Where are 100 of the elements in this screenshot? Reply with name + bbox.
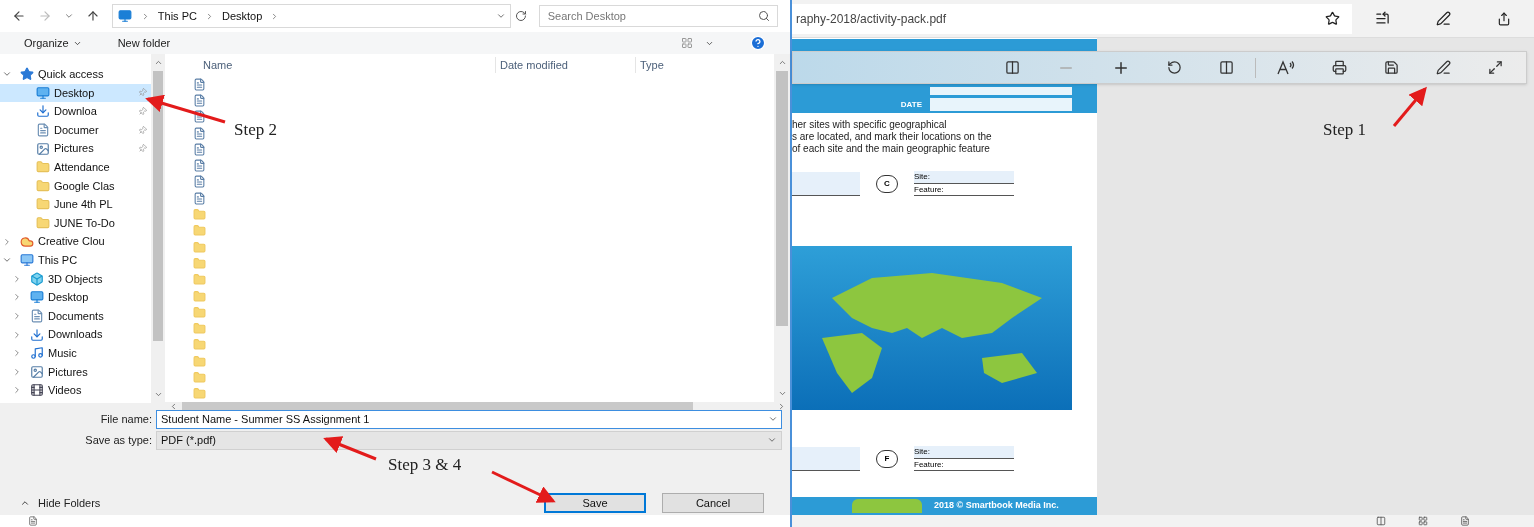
chevron-up-icon <box>20 498 30 508</box>
chevron-right-icon[interactable] <box>12 366 22 377</box>
scrollbar[interactable] <box>774 54 790 402</box>
nav-item[interactable]: JUNE To-Do <box>0 213 151 233</box>
refresh-icon[interactable] <box>514 10 527 22</box>
column-header[interactable]: Type <box>635 56 755 74</box>
nav-label: Downloa <box>54 104 97 120</box>
folder-icon <box>36 178 50 193</box>
file-name-field[interactable]: Student Name - Summer SS Assignment 1 <box>156 409 782 429</box>
up-icon[interactable] <box>85 9 100 23</box>
feature-label: Feature: <box>914 459 1014 471</box>
chevron-right-icon[interactable] <box>12 385 22 396</box>
step-annotation: Step 3 & 4 <box>388 454 462 476</box>
layout-icon[interactable] <box>1418 516 1428 526</box>
download-icon <box>30 327 44 342</box>
page-icon[interactable] <box>1460 516 1470 526</box>
nav-item[interactable]: Pictures <box>0 362 151 382</box>
dialog-button[interactable]: Save <box>544 493 646 513</box>
nav-item[interactable]: Desktop <box>0 288 151 307</box>
rotate-icon[interactable] <box>1167 60 1182 75</box>
scroll-up-icon[interactable] <box>153 58 163 67</box>
cube-icon <box>30 271 44 286</box>
nav-item[interactable]: Documents <box>0 306 151 326</box>
scroll-thumb[interactable] <box>153 71 163 341</box>
star-icon <box>20 67 34 82</box>
nav-item[interactable]: 3D Objects <box>0 269 151 289</box>
nav-item[interactable]: Pictures <box>0 139 151 158</box>
breadcrumb-item[interactable]: Desktop <box>221 7 263 25</box>
computer-icon <box>20 253 34 268</box>
chevron-right-icon[interactable] <box>12 292 22 303</box>
nav-item[interactable]: Quick access <box>0 65 151 84</box>
document-icon[interactable] <box>193 159 206 173</box>
nav-item[interactable]: Downloads <box>0 325 151 344</box>
document-icon[interactable] <box>193 191 206 205</box>
nav-label: Quick access <box>38 67 104 83</box>
scroll-thumb[interactable] <box>776 71 788 326</box>
read-aloud-icon[interactable] <box>1277 60 1295 75</box>
nav-item[interactable]: Videos <box>0 381 151 400</box>
save-as-icon[interactable] <box>1436 60 1451 75</box>
new-folder-button[interactable]: New folder <box>117 34 171 52</box>
nav-item[interactable]: Attendance <box>0 157 151 177</box>
layout-icon[interactable] <box>1219 60 1234 75</box>
hide-folders-button[interactable]: Hide Folders <box>8 494 101 512</box>
instruction-text: her sites with specific geographical <box>792 119 948 131</box>
favorite-star-icon[interactable] <box>1325 11 1340 26</box>
breadcrumb-item[interactable]: This PC <box>157 7 197 25</box>
nav-label: Pictures <box>48 364 88 380</box>
scroll-left-icon[interactable] <box>169 402 178 412</box>
document-icon[interactable] <box>193 142 206 156</box>
nav-item[interactable]: Documer <box>0 120 151 140</box>
status-icon <box>28 516 38 526</box>
document-icon[interactable] <box>193 175 206 189</box>
nav-label: Attendance <box>54 160 110 175</box>
address-bar[interactable]: raphy-2018/activity-pack.pdf <box>792 3 1352 34</box>
chevron-right-icon[interactable] <box>12 348 22 359</box>
nav-item[interactable]: Music <box>0 343 151 363</box>
recent-icon[interactable] <box>63 11 74 21</box>
nav-label: JUNE To-Do <box>54 215 115 231</box>
print-icon[interactable] <box>1332 60 1347 75</box>
nav-label: Downloads <box>48 327 103 343</box>
column-header[interactable]: Name <box>165 56 495 74</box>
nav-item[interactable]: This PC <box>0 250 151 270</box>
scroll-right-icon[interactable] <box>777 402 786 412</box>
chevron-right-icon[interactable] <box>2 236 12 247</box>
search-field[interactable]: Search Desktop <box>538 5 778 27</box>
back-icon[interactable] <box>12 9 26 23</box>
nav-item[interactable]: Downloa <box>0 102 151 121</box>
forward-icon[interactable] <box>37 9 52 23</box>
music-icon <box>30 346 44 361</box>
document-icon[interactable] <box>193 77 206 91</box>
favorites-icon[interactable] <box>1375 11 1390 26</box>
chevron-right-icon[interactable] <box>12 311 22 321</box>
chevron-right-icon[interactable] <box>12 329 22 340</box>
address-bar[interactable]: This PC Desktop <box>111 4 511 28</box>
dropdown-icon[interactable] <box>495 11 506 21</box>
site-label: Site: <box>914 171 1014 184</box>
scrollbar[interactable] <box>151 54 165 403</box>
document-icon[interactable] <box>193 93 206 107</box>
view-icon[interactable] <box>681 37 693 49</box>
nav-item[interactable]: June 4th PL <box>0 195 151 214</box>
document-icon[interactable] <box>193 110 206 124</box>
share-icon[interactable] <box>1497 11 1511 26</box>
nav-item[interactable]: Desktop <box>0 83 151 103</box>
scroll-down-icon[interactable] <box>153 390 163 399</box>
dialog-button[interactable]: Cancel <box>662 493 764 513</box>
scroll-up-icon[interactable] <box>777 58 787 67</box>
fullscreen-icon[interactable] <box>1488 60 1503 75</box>
nav-item[interactable]: Creative Clou <box>0 232 151 251</box>
organize-button[interactable]: Organize <box>24 34 82 52</box>
document-icon[interactable] <box>193 126 206 140</box>
help-icon[interactable] <box>750 35 766 51</box>
dropdown-icon <box>768 414 778 424</box>
nav-label: This PC <box>38 253 78 268</box>
fit-width-icon[interactable] <box>1005 60 1020 75</box>
chevron-right-icon[interactable] <box>12 273 22 284</box>
save-icon[interactable] <box>1384 60 1399 75</box>
nav-item[interactable]: Google Clas <box>0 176 151 196</box>
pen-icon[interactable] <box>1436 11 1451 26</box>
file-type-dropdown[interactable]: PDF (*.pdf) <box>156 430 782 450</box>
column-header[interactable]: Date modified <box>495 56 635 74</box>
